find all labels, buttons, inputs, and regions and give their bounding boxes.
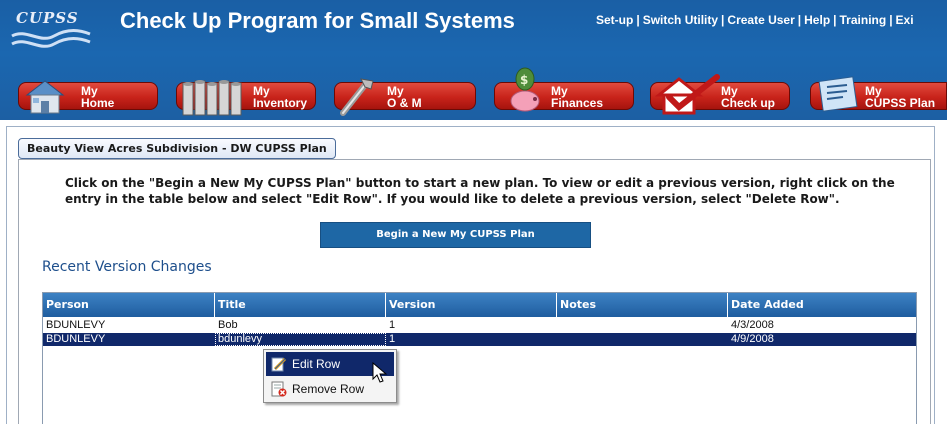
col-header-version[interactable]: Version [386,293,557,317]
link-create-user[interactable]: Create User [727,13,794,27]
app-title: Check Up Program for Small Systems [120,8,515,33]
begin-new-plan-button[interactable]: Begin a New My CUPSS Plan [320,222,591,248]
cell-notes [557,319,560,332]
version-grid: Person Title Version Notes Date Added BD… [42,292,917,424]
col-header-title[interactable]: Title [215,293,386,317]
nav-label: My Finances [551,84,604,110]
wrench-icon [340,78,374,116]
remove-document-icon [271,381,287,397]
cell-date-added: 4/3/2008 [731,319,774,331]
plan-tab[interactable]: Beauty View Acres Subdivision - DW CUPSS… [18,138,336,159]
checkmark-house-icon [655,74,720,115]
mouse-pointer-icon [372,362,388,383]
col-header-person[interactable]: Person [43,293,215,317]
nav-label: My Home [81,84,115,110]
cupss-logo: CUPSS [6,4,94,56]
pipes-inventory-icon [182,80,242,116]
cell-title: Bob [218,319,238,331]
nav-my-om[interactable]: My O & M [334,78,476,116]
recent-version-changes-title: Recent Version Changes [42,259,212,275]
logo-text: CUPSS [16,9,79,27]
nav-label: My Check up [721,84,776,110]
cell-date-added: 4/9/2008 [731,333,774,345]
link-help[interactable]: Help [804,13,830,27]
top-links: Set-up | Switch Utility | Create User | Help | T… [596,13,914,27]
svg-text:$: $ [520,73,528,87]
cell-notes [557,333,560,346]
cell-person: BDUNLEVY [46,333,106,345]
table-row-selected[interactable]: BDUNLEVY bdunlevy 1 4/9/2008 [43,333,916,346]
piggy-bank-icon: $ [510,67,540,112]
cell-person: BDUNLEVY [46,319,106,331]
nav-my-checkup[interactable]: My Check up [650,74,790,115]
table-row[interactable]: BDUNLEVY Bob 1 4/3/2008 [43,319,916,332]
col-header-date-added[interactable]: Date Added [728,293,916,317]
instructions-text: Click on the "Begin a New My CUPSS Plan"… [65,176,895,206]
grid-header: Person Title Version Notes Date Added [43,293,916,317]
nav-label: My CUPSS Plan [865,84,936,110]
nav-my-inventory[interactable]: My Inventory [176,80,316,116]
nav-label: My O & M [387,84,422,110]
cell-version: 1 [389,319,396,331]
link-setup[interactable]: Set-up [596,13,633,27]
edit-row-label: Edit Row [292,357,341,371]
nav-label: My Inventory [253,84,308,110]
plan-document-icon [818,76,858,112]
nav-my-finances[interactable]: $ My Finances [494,67,634,112]
edit-pencil-icon [271,357,287,372]
remove-row-label: Remove Row [292,382,365,396]
link-switch-utility[interactable]: Switch Utility [643,13,718,27]
cell-version: 1 [389,333,396,345]
main-nav: My Home My Inventory My O & M $ My Finan… [0,67,947,116]
link-exit[interactable]: Exi [896,13,914,27]
cell-title: bdunlevy [215,333,386,346]
house-icon [25,80,65,114]
nav-my-cupss-plan[interactable]: My CUPSS Plan [810,76,947,112]
link-training[interactable]: Training [840,13,887,27]
col-header-notes[interactable]: Notes [557,293,728,317]
app-header: CUPSS Check Up Program for Small Systems… [0,0,947,120]
nav-my-home[interactable]: My Home [18,80,158,114]
